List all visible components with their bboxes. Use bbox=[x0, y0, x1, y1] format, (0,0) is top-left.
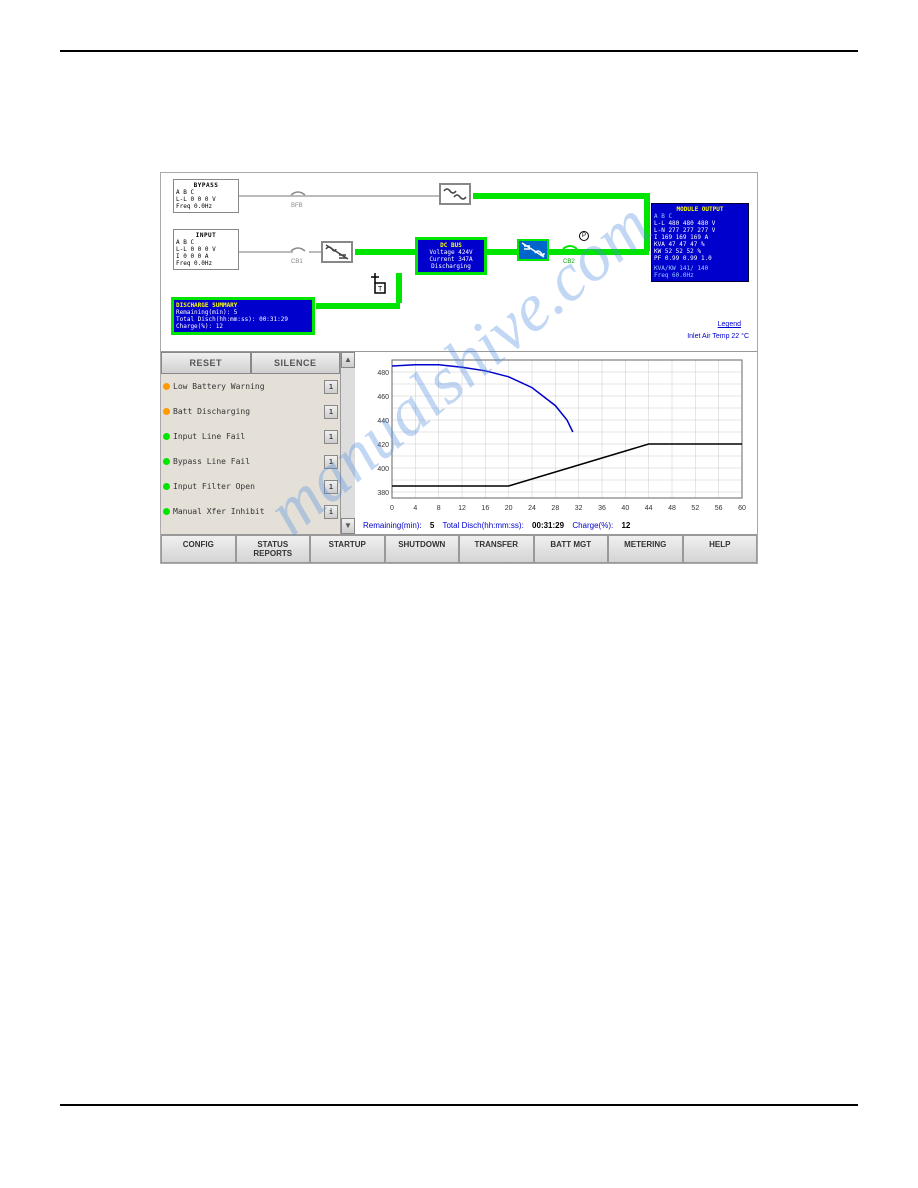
alarm-row: Bypass Line Fail 1 bbox=[161, 449, 340, 474]
alarm-text: Low Battery Warning bbox=[173, 382, 324, 391]
alarm-row: Manual Xfer Inhibit i bbox=[161, 499, 340, 524]
aux-cabinet-icon: T bbox=[361, 269, 389, 297]
dc-bus-panel: DC BUS Voltage 424V Current 347A Dischar… bbox=[415, 237, 487, 275]
alarm-text: Manual Xfer Inhibit bbox=[173, 507, 324, 516]
status-dot-icon bbox=[163, 433, 170, 440]
tab-config[interactable]: CONFIG bbox=[161, 535, 236, 563]
one-line-diagram: BYPASS A B C L-L 0 0 0 V Freq 0.0Hz INPU… bbox=[161, 173, 757, 351]
module-output-panel: MODULE OUTPUT A B C L-L 480 480 480 V L-… bbox=[651, 203, 749, 282]
alarm-info-button[interactable]: 1 bbox=[324, 405, 338, 419]
alarm-info-button[interactable]: 1 bbox=[324, 480, 338, 494]
chart-stats: Remaining(min): 5 Total Disch(hh:mm:ss):… bbox=[363, 521, 749, 530]
alarm-info-button[interactable]: 1 bbox=[324, 455, 338, 469]
svg-text:400: 400 bbox=[377, 466, 389, 473]
svg-text:420: 420 bbox=[377, 442, 389, 449]
discharge-chart: 3804004204404604800481216202428323640444… bbox=[355, 352, 757, 534]
alarm-info-button[interactable]: 1 bbox=[324, 380, 338, 394]
svg-text:48: 48 bbox=[668, 505, 676, 512]
alarm-panel: RESET SILENCE Low Battery Warning 1 Batt… bbox=[161, 352, 341, 534]
tab-batt-mgt[interactable]: BATT MGT bbox=[534, 535, 609, 563]
inverter-icon bbox=[517, 239, 549, 261]
svg-text:12: 12 bbox=[458, 505, 466, 512]
input-panel: INPUT A B C L-L 0 0 0 V I 0 0 0 A Freq 0… bbox=[173, 229, 239, 270]
svg-text:0: 0 bbox=[390, 505, 394, 512]
cb2-label: CB2 bbox=[563, 259, 575, 265]
cb1-breaker-icon bbox=[289, 245, 307, 257]
status-dot-icon bbox=[163, 458, 170, 465]
alarm-row: Low Battery Warning 1 bbox=[161, 374, 340, 399]
svg-text:460: 460 bbox=[377, 394, 389, 401]
svg-text:56: 56 bbox=[715, 505, 723, 512]
svg-text:480: 480 bbox=[377, 370, 389, 377]
status-dot-icon bbox=[163, 383, 170, 390]
svg-text:16: 16 bbox=[481, 505, 489, 512]
svg-text:380: 380 bbox=[377, 490, 389, 497]
scroll-down-icon[interactable]: ▼ bbox=[341, 518, 355, 534]
cb1-label: CB1 bbox=[291, 259, 303, 265]
svg-text:44: 44 bbox=[645, 505, 653, 512]
alarm-row: Batt Discharging 1 bbox=[161, 399, 340, 424]
svg-text:20: 20 bbox=[505, 505, 513, 512]
alarm-row: Input Filter Open 1 bbox=[161, 474, 340, 499]
bfb-label: BFB bbox=[291, 203, 303, 209]
status-dot-icon bbox=[163, 508, 170, 515]
svg-text:28: 28 bbox=[551, 505, 559, 512]
alarm-text: Batt Discharging bbox=[173, 407, 324, 416]
alarm-scrollbar[interactable]: ▲ ▼ bbox=[341, 352, 355, 534]
status-dot-icon bbox=[163, 408, 170, 415]
tab-startup[interactable]: STARTUP bbox=[310, 535, 385, 563]
alarm-text: Input Filter Open bbox=[173, 482, 324, 491]
tab-status-reports[interactable]: STATUS REPORTS bbox=[236, 535, 311, 563]
alarm-text: Input Line Fail bbox=[173, 432, 324, 441]
svg-text:60: 60 bbox=[738, 505, 746, 512]
svg-text:T: T bbox=[378, 286, 383, 293]
svg-text:40: 40 bbox=[621, 505, 629, 512]
bfb-breaker-icon bbox=[289, 189, 307, 201]
alarm-text: Bypass Line Fail bbox=[173, 457, 324, 466]
cb2-breaker-icon bbox=[561, 243, 579, 255]
p-indicator-icon: P bbox=[579, 231, 589, 241]
scroll-up-icon[interactable]: ▲ bbox=[341, 352, 355, 368]
svg-text:36: 36 bbox=[598, 505, 606, 512]
svg-text:24: 24 bbox=[528, 505, 536, 512]
svg-text:8: 8 bbox=[437, 505, 441, 512]
rectifier-icon bbox=[321, 241, 353, 263]
alarm-info-button[interactable]: 1 bbox=[324, 430, 338, 444]
discharge-summary-panel: DISCHARGE SUMMARY Remaining(min): 5 Tota… bbox=[171, 297, 315, 335]
tab-transfer[interactable]: TRANSFER bbox=[459, 535, 534, 563]
ups-monitor-app: BYPASS A B C L-L 0 0 0 V Freq 0.0Hz INPU… bbox=[160, 172, 758, 564]
legend-link[interactable]: Legend bbox=[718, 321, 741, 328]
tab-shutdown[interactable]: SHUTDOWN bbox=[385, 535, 460, 563]
alarm-row: Input Line Fail 1 bbox=[161, 424, 340, 449]
svg-text:52: 52 bbox=[691, 505, 699, 512]
static-switch-icon bbox=[439, 183, 471, 205]
tab-metering[interactable]: METERING bbox=[608, 535, 683, 563]
silence-button[interactable]: SILENCE bbox=[251, 352, 341, 374]
status-dot-icon bbox=[163, 483, 170, 490]
bypass-panel: BYPASS A B C L-L 0 0 0 V Freq 0.0Hz bbox=[173, 179, 239, 213]
svg-text:440: 440 bbox=[377, 418, 389, 425]
alarm-info-button[interactable]: i bbox=[324, 505, 338, 519]
tab-help[interactable]: HELP bbox=[683, 535, 758, 563]
svg-text:4: 4 bbox=[413, 505, 417, 512]
svg-text:32: 32 bbox=[575, 505, 583, 512]
inlet-temp: Inlet Air Temp 22 °C bbox=[687, 333, 749, 340]
reset-button[interactable]: RESET bbox=[161, 352, 251, 374]
